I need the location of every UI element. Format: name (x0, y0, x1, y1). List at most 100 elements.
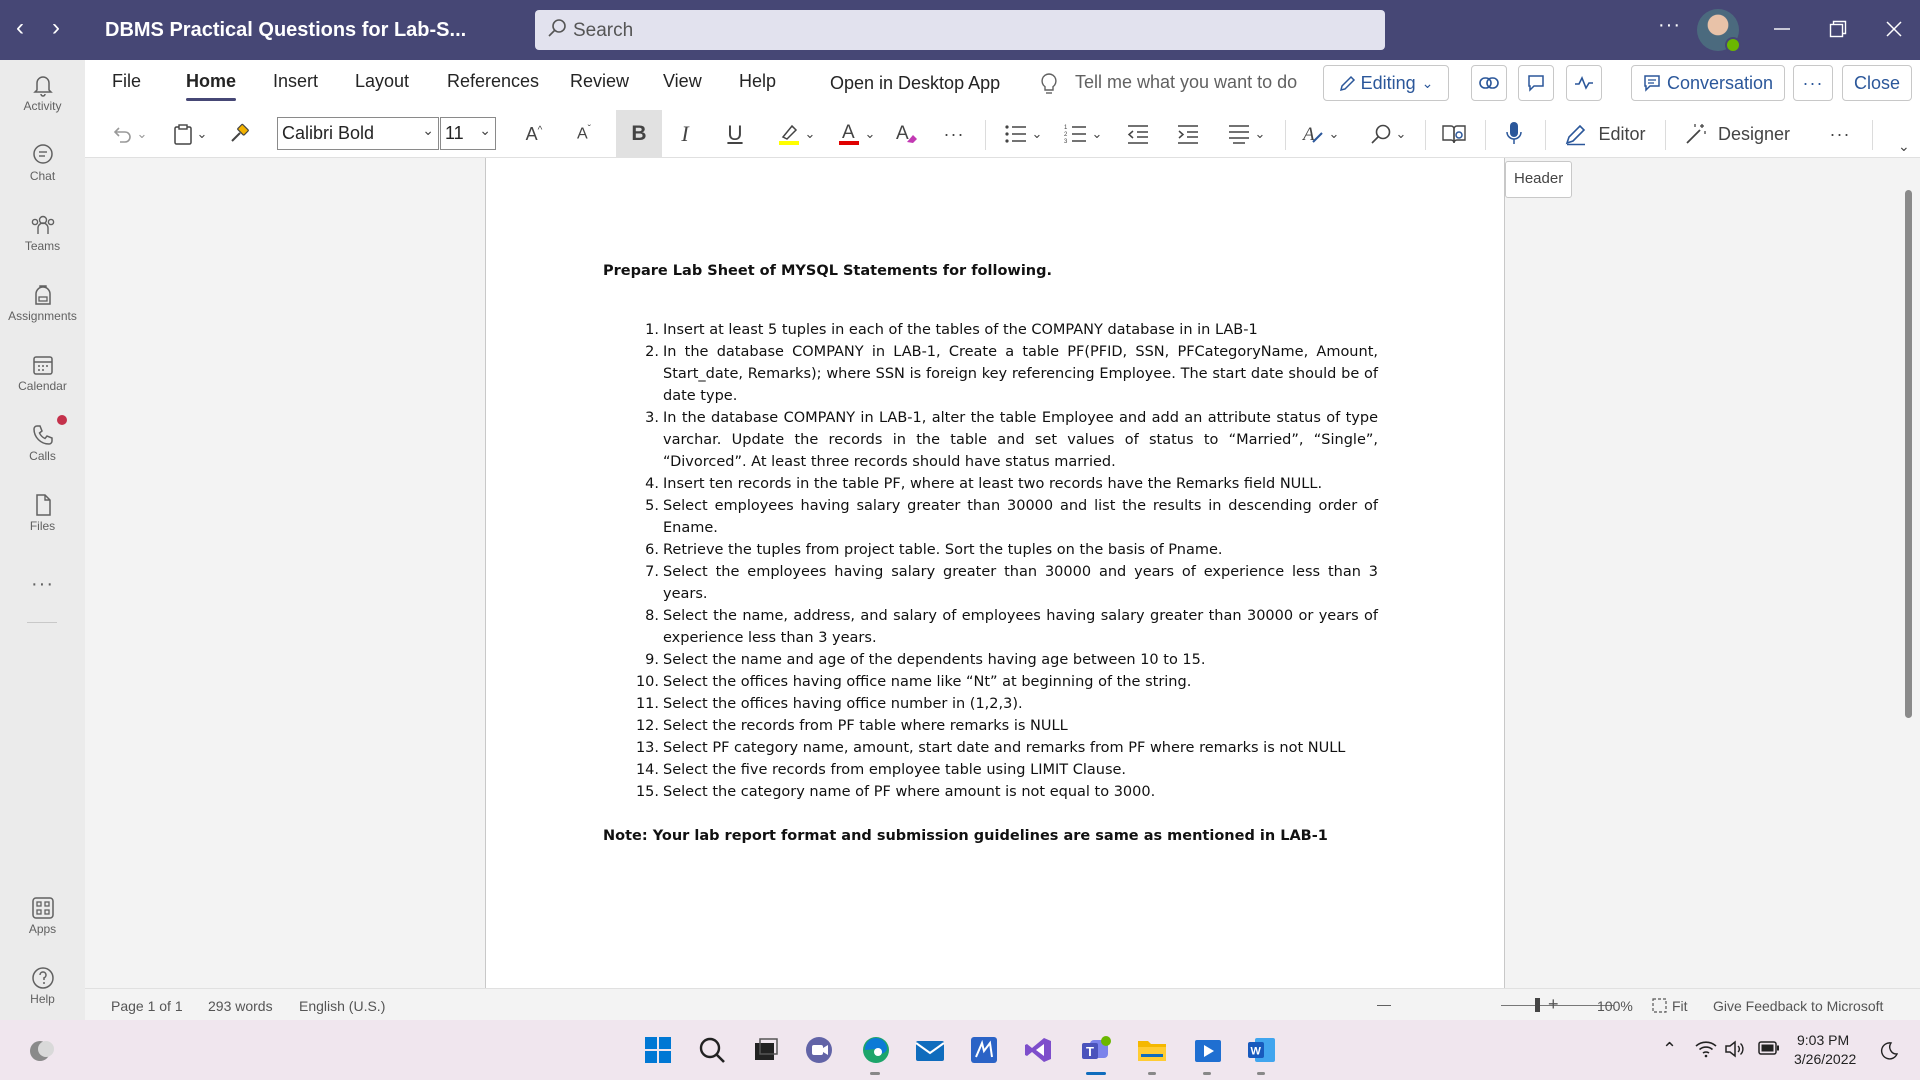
language-indicator[interactable]: English (U.S.) (299, 998, 385, 1014)
fit-button[interactable]: Fit (1672, 998, 1688, 1014)
show-hidden-icons-chevron-icon[interactable]: ⌃ (1662, 1039, 1677, 1060)
tab-references[interactable]: References (447, 71, 539, 92)
clear-formatting-icon: A (896, 123, 917, 144)
zoom-out-button[interactable]: — (1377, 996, 1391, 1012)
numbering-button[interactable]: 123 ⌄ (1060, 118, 1106, 150)
comments-button[interactable] (1518, 65, 1554, 101)
activity-button[interactable] (1566, 65, 1602, 101)
restore-icon[interactable] (1829, 20, 1847, 38)
rail-files[interactable]: Files (0, 493, 85, 553)
back-icon[interactable]: ‹ (16, 14, 24, 42)
editor-button[interactable]: Editor (1555, 118, 1655, 150)
undo-button[interactable]: ⌄ (105, 118, 153, 150)
shrink-font-button[interactable]: Aˇ (569, 118, 599, 150)
clear-formatting-button[interactable]: A (891, 118, 921, 150)
open-in-desktop-app-link[interactable]: Open in Desktop App (830, 73, 1000, 94)
rail-chat[interactable]: Chat (0, 143, 85, 203)
tab-view[interactable]: View (663, 71, 702, 92)
grow-font-button[interactable]: A^ (519, 118, 549, 150)
more-font-options-button[interactable]: ··· (940, 118, 968, 150)
whiteboard-taskbar-button[interactable] (968, 1034, 1000, 1066)
more-actions-button[interactable]: ··· (1793, 65, 1833, 101)
zoom-in-button[interactable]: + (1548, 994, 1559, 1015)
battery-icon[interactable] (1758, 1041, 1780, 1055)
close-icon[interactable] (1885, 20, 1903, 38)
chat-taskbar-button[interactable] (804, 1034, 836, 1066)
word-taskbar-button[interactable]: W (1246, 1034, 1278, 1066)
designer-button[interactable]: Designer (1677, 118, 1797, 150)
teams-icon (31, 215, 54, 234)
file-explorer-taskbar-button[interactable] (1136, 1034, 1168, 1066)
forward-icon[interactable]: › (52, 14, 60, 42)
tab-file[interactable]: File (112, 71, 141, 92)
zoom-level[interactable]: 100% (1597, 998, 1633, 1014)
visual-studio-taskbar-button[interactable] (1022, 1034, 1054, 1066)
highlight-button[interactable]: ⌄ (773, 118, 819, 150)
bullets-button[interactable]: ⌄ (1000, 118, 1046, 150)
start-button[interactable] (642, 1034, 674, 1066)
search-input[interactable]: Search (535, 10, 1385, 50)
more-commands-button[interactable]: ··· (1825, 118, 1855, 150)
dictate-button[interactable] (1497, 118, 1531, 150)
font-size-select[interactable]: 11 ⌄ (440, 117, 496, 150)
font-name-select[interactable]: Calibri Bold ⌄ (277, 117, 439, 150)
edge-taskbar-button[interactable] (860, 1034, 892, 1066)
rail-apps[interactable]: Apps (0, 896, 85, 956)
rail-label: Assignments (8, 309, 77, 323)
teams-taskbar-button[interactable]: T (1080, 1034, 1112, 1066)
tab-insert[interactable]: Insert (273, 71, 318, 92)
zoom-slider-thumb[interactable] (1535, 998, 1540, 1012)
mail-taskbar-button[interactable] (914, 1034, 946, 1066)
italic-button[interactable]: I (667, 118, 703, 150)
window-title: DBMS Practical Questions for Lab-S... (105, 19, 467, 41)
alignment-button[interactable]: ⌄ (1223, 118, 1269, 150)
chevron-down-icon: ⌄ (864, 126, 876, 141)
share-link-button[interactable] (1471, 65, 1507, 101)
increase-indent-button[interactable] (1173, 118, 1203, 150)
rail-assignments[interactable]: Assignments (0, 283, 85, 343)
close-document-button[interactable]: Close (1842, 65, 1912, 101)
minimize-icon[interactable] (1773, 20, 1791, 38)
document-page[interactable]: Prepare Lab Sheet of MYSQL Statements fo… (485, 158, 1505, 988)
rail-calls[interactable]: Calls (0, 423, 85, 483)
vertical-scrollbar[interactable] (1905, 190, 1912, 718)
task-view-button[interactable] (750, 1034, 782, 1066)
editing-mode-button[interactable]: Editing ⌄ (1323, 65, 1449, 101)
find-button[interactable]: ⌄ (1365, 118, 1411, 150)
notification-moon-icon[interactable] (1880, 1042, 1898, 1060)
align-icon (1228, 125, 1249, 144)
list-number: 15. (635, 784, 659, 800)
font-color-button[interactable]: A ⌄ (833, 118, 879, 150)
rail-divider (27, 622, 57, 623)
immersive-reader-button[interactable] (1437, 118, 1471, 150)
rail-calendar[interactable]: Calendar (0, 353, 85, 413)
collapse-ribbon-chevron-icon[interactable]: ⌄ (1898, 138, 1910, 155)
avatar[interactable] (1697, 9, 1741, 53)
media-player-taskbar-button[interactable] (1192, 1034, 1224, 1066)
tell-me-input[interactable]: Tell me what you want to do (1075, 72, 1297, 93)
format-painter-button[interactable] (225, 118, 253, 150)
give-feedback-link[interactable]: Give Feedback to Microsoft (1713, 998, 1883, 1014)
paste-button[interactable]: ⌄ (167, 118, 213, 150)
tab-help[interactable]: Help (739, 71, 776, 92)
rail-help[interactable]: Help (0, 966, 85, 1026)
tab-layout[interactable]: Layout (355, 71, 409, 92)
conversation-button[interactable]: Conversation (1631, 65, 1785, 101)
wifi-icon[interactable] (1695, 1040, 1717, 1058)
clock-time[interactable]: 9:03 PM (1797, 1032, 1849, 1048)
weather-icon[interactable] (28, 1038, 58, 1064)
underline-button[interactable]: U (717, 118, 753, 150)
bold-button[interactable]: B (616, 110, 662, 158)
clock-date[interactable]: 3/26/2022 (1794, 1051, 1856, 1067)
rail-more-apps-button[interactable]: ··· (0, 573, 85, 633)
styles-button[interactable]: A ⌄ (1297, 118, 1343, 150)
rail-teams[interactable]: Teams (0, 213, 85, 273)
volume-icon[interactable] (1725, 1040, 1745, 1058)
tab-home[interactable]: Home (186, 71, 237, 101)
list-item: 2. In the database COMPANY in LAB-1, Crea… (603, 341, 1378, 407)
taskbar-search-button[interactable] (696, 1034, 728, 1066)
rail-activity[interactable]: Activity (0, 73, 85, 133)
decrease-indent-button[interactable] (1123, 118, 1153, 150)
tab-review[interactable]: Review (570, 71, 629, 92)
more-options-button[interactable]: ··· (1658, 14, 1681, 37)
